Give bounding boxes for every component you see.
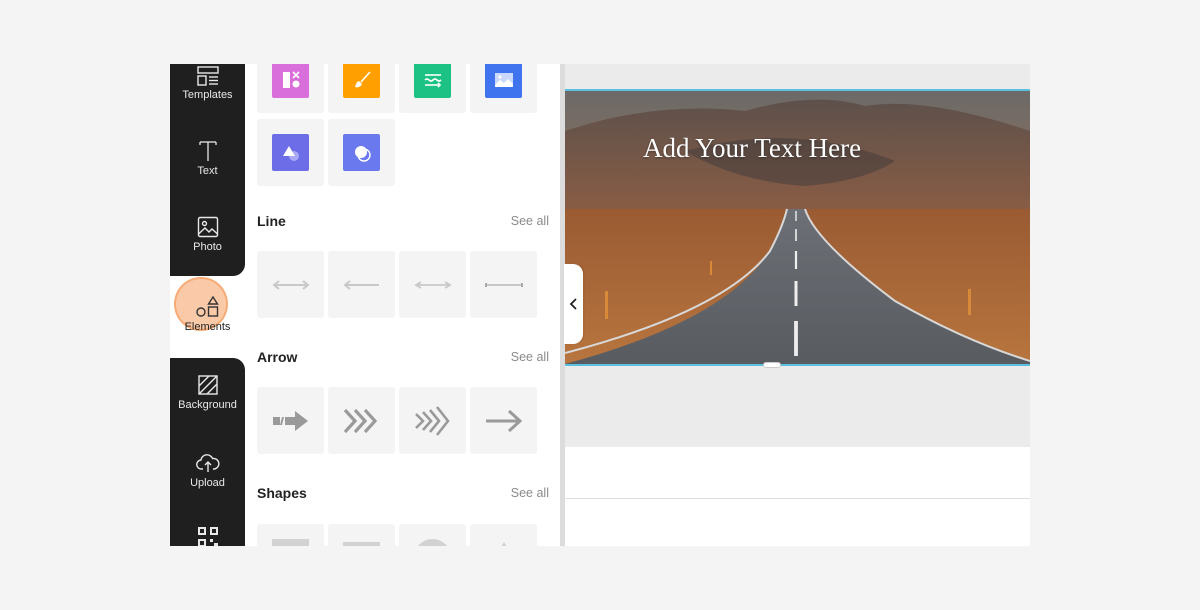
elements-icon (195, 296, 219, 317)
shape-tile[interactable] (470, 524, 537, 546)
canvas-area: Add Your Text Here (565, 64, 1030, 447)
shape-tile[interactable] (257, 524, 324, 546)
shape-blend-app-icon (272, 134, 309, 171)
sidebar-item-templates[interactable]: Templates (170, 66, 245, 101)
app-tile[interactable] (257, 119, 324, 186)
upload-icon (195, 454, 220, 472)
section-title-line: Line (257, 213, 286, 229)
sidebar-item-label: Background (178, 399, 237, 411)
circle-shape-icon (414, 539, 451, 546)
see-all-line-link[interactable]: See all (511, 214, 549, 228)
sidebar-item-qr-code[interactable] (170, 526, 245, 546)
canvas-background-photo[interactable]: Add Your Text Here (565, 89, 1030, 366)
double-arrow-line-icon (271, 279, 310, 290)
chevron-left-icon (569, 298, 577, 310)
sidebar-item-label: Templates (182, 89, 233, 101)
app-tile[interactable] (328, 64, 395, 113)
square-shape-icon (272, 539, 309, 546)
road-landscape-image (565, 91, 1030, 364)
arrow-tile[interactable] (257, 387, 324, 454)
editor-frame: Templates Text Photo Elements Background… (170, 64, 1030, 546)
multi-chevron-icon (414, 405, 450, 436)
left-arrow-line-icon (342, 279, 379, 290)
sidebar-item-label: Photo (193, 241, 222, 253)
sidebar-item-text[interactable]: Text (170, 140, 245, 177)
layout-app-icon (272, 64, 309, 98)
divider (565, 498, 1030, 499)
sidebar-item-label: Elements (184, 321, 231, 333)
see-all-arrow-link[interactable]: See all (511, 350, 549, 364)
background-icon (197, 375, 218, 395)
sidebar-item-upload[interactable]: Upload (170, 452, 245, 489)
sidebar-item-label: Upload (190, 477, 225, 489)
triple-chevron-icon (343, 408, 377, 433)
line-tile[interactable] (328, 251, 395, 318)
app-tile[interactable] (328, 119, 395, 186)
templates-icon (196, 66, 219, 86)
brush-app-icon (343, 64, 380, 98)
arrow-tile[interactable] (470, 387, 537, 454)
arrow-tile[interactable] (328, 387, 395, 454)
sidebar: Templates Text Photo Elements Background… (170, 64, 245, 546)
section-title-shapes: Shapes (257, 485, 307, 501)
see-all-shapes-link[interactable]: See all (511, 486, 549, 500)
canvas-resize-handle[interactable] (763, 362, 781, 368)
image-app-icon (485, 64, 522, 98)
sidebar-item-label: Text (197, 165, 218, 177)
line-tile[interactable] (399, 251, 466, 318)
rectangle-shape-icon (343, 542, 380, 546)
section-title-arrow: Arrow (257, 349, 298, 365)
app-tile[interactable] (399, 64, 466, 113)
collapse-panel-button[interactable] (564, 264, 583, 344)
photo-icon (197, 216, 218, 238)
qr-code-icon (197, 527, 218, 546)
sidebar-item-photo[interactable]: Photo (170, 216, 245, 253)
simple-arrow-icon (485, 409, 522, 432)
line-tile[interactable] (470, 251, 537, 318)
shape-tile[interactable] (399, 524, 466, 546)
dash-arrow-icon (272, 410, 308, 431)
elements-panel: Line See all Arrow See all Shapes See al… (245, 64, 561, 546)
canvas-title-text[interactable]: Add Your Text Here (643, 133, 861, 164)
overlap-circles-app-icon (343, 134, 380, 171)
sidebar-item-elements[interactable]: Elements (170, 296, 245, 333)
bottom-page-area (565, 447, 1030, 546)
app-tile[interactable] (470, 64, 537, 113)
triangle-shape-icon (501, 542, 506, 546)
text-icon (198, 141, 217, 161)
arrow-tile[interactable] (399, 387, 466, 454)
shape-tile[interactable] (328, 524, 395, 546)
line-tile[interactable] (257, 251, 324, 318)
text-wave-app-icon (414, 64, 451, 98)
app-tile[interactable] (257, 64, 324, 113)
sidebar-item-background[interactable]: Background (170, 374, 245, 411)
dotted-end-line-icon (484, 282, 523, 287)
double-arrow-line-thin-icon (413, 280, 452, 289)
